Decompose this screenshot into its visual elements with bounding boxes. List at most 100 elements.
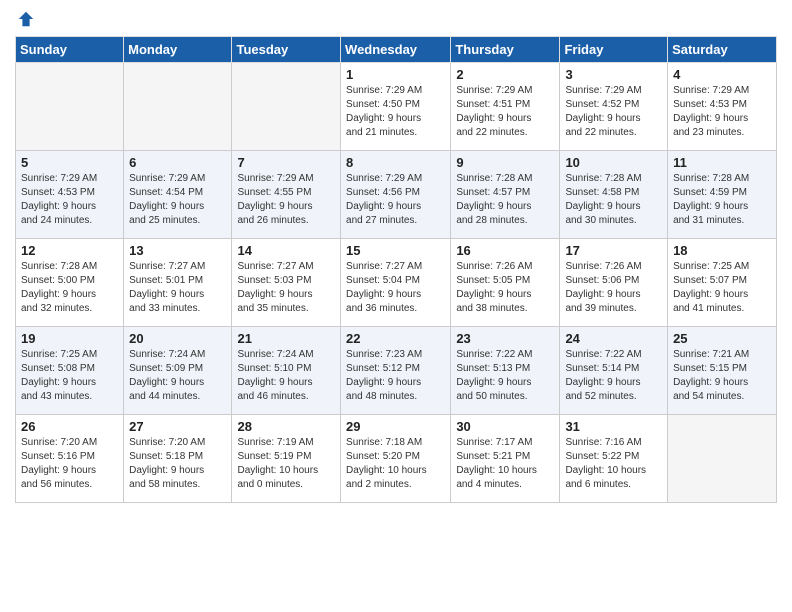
- calendar-cell: 16 Sunrise: 7:26 AM Sunset: 5:05 PM Dayli…: [451, 239, 560, 327]
- day-number: 3: [565, 67, 662, 82]
- day-number: 1: [346, 67, 445, 82]
- day-info: Sunrise: 7:25 AM Sunset: 5:08 PM Dayligh…: [21, 348, 118, 404]
- day-info: Sunrise: 7:28 AM Sunset: 5:00 PM Dayligh…: [21, 260, 118, 316]
- day-info: Sunrise: 7:27 AM Sunset: 5:01 PM Dayligh…: [129, 260, 226, 316]
- day-number: 16: [456, 243, 554, 258]
- calendar-cell: 8Sunrise: 7:29 AM Sunset: 4:56 PM Daylig…: [341, 151, 451, 239]
- column-header-wednesday: Wednesday: [341, 37, 451, 63]
- calendar-cell: 5 Sunrise: 7:29 AM Sunset: 4:53 PM Daylig…: [16, 151, 124, 239]
- calendar-cell: 6 Sunrise: 7:29 AM Sunset: 4:54 PM Daylig…: [124, 151, 232, 239]
- day-number: 13: [129, 243, 226, 258]
- day-number: 31: [565, 419, 662, 434]
- day-number: 15: [346, 243, 445, 258]
- day-number: 2: [456, 67, 554, 82]
- day-info: Sunrise: 7:29 AM Sunset: 4:56 PM Dayligh…: [346, 172, 445, 228]
- calendar-cell: 26Sunrise: 7:20 AM Sunset: 5:16 PM Dayli…: [16, 415, 124, 503]
- day-info: Sunrise: 7:29 AM Sunset: 4:53 PM Dayligh…: [673, 84, 771, 140]
- day-number: 6: [129, 155, 226, 170]
- day-info: Sunrise: 7:26 AM Sunset: 5:06 PM Dayligh…: [565, 260, 662, 316]
- day-info: Sunrise: 7:22 AM Sunset: 5:14 PM Dayligh…: [565, 348, 662, 404]
- calendar-cell: 28Sunrise: 7:19 AM Sunset: 5:19 PM Dayli…: [232, 415, 341, 503]
- calendar-week-row: 5 Sunrise: 7:29 AM Sunset: 4:53 PM Daylig…: [16, 151, 777, 239]
- calendar-cell: [124, 63, 232, 151]
- calendar-cell: 24 Sunrise: 7:22 AM Sunset: 5:14 PM Dayli…: [560, 327, 668, 415]
- day-info: Sunrise: 7:29 AM Sunset: 4:54 PM Dayligh…: [129, 172, 226, 228]
- logo: [15, 10, 35, 28]
- day-info: Sunrise: 7:18 AM Sunset: 5:20 PM Dayligh…: [346, 436, 445, 492]
- calendar-header-row: SundayMondayTuesdayWednesdayThursdayFrid…: [16, 37, 777, 63]
- day-info: Sunrise: 7:22 AM Sunset: 5:13 PM Dayligh…: [456, 348, 554, 404]
- column-header-sunday: Sunday: [16, 37, 124, 63]
- calendar-cell: 4 Sunrise: 7:29 AM Sunset: 4:53 PM Daylig…: [668, 63, 777, 151]
- calendar-cell: 22 Sunrise: 7:23 AM Sunset: 5:12 PM Dayli…: [341, 327, 451, 415]
- calendar-table: SundayMondayTuesdayWednesdayThursdayFrid…: [15, 36, 777, 503]
- day-info: Sunrise: 7:24 AM Sunset: 5:10 PM Dayligh…: [237, 348, 335, 404]
- day-number: 19: [21, 331, 118, 346]
- day-info: Sunrise: 7:29 AM Sunset: 4:51 PM Dayligh…: [456, 84, 554, 140]
- day-number: 20: [129, 331, 226, 346]
- day-info: Sunrise: 7:28 AM Sunset: 4:58 PM Dayligh…: [565, 172, 662, 228]
- day-number: 27: [129, 419, 226, 434]
- day-number: 7: [237, 155, 335, 170]
- day-number: 17: [565, 243, 662, 258]
- calendar-cell: 14Sunrise: 7:27 AM Sunset: 5:03 PM Dayli…: [232, 239, 341, 327]
- day-number: 24: [565, 331, 662, 346]
- calendar-cell: 29 Sunrise: 7:18 AM Sunset: 5:20 PM Dayli…: [341, 415, 451, 503]
- day-info: Sunrise: 7:16 AM Sunset: 5:22 PM Dayligh…: [565, 436, 662, 492]
- calendar-cell: 7 Sunrise: 7:29 AM Sunset: 4:55 PM Daylig…: [232, 151, 341, 239]
- day-info: Sunrise: 7:26 AM Sunset: 5:05 PM Dayligh…: [456, 260, 554, 316]
- calendar-cell: 19 Sunrise: 7:25 AM Sunset: 5:08 PM Dayli…: [16, 327, 124, 415]
- calendar-cell: 25 Sunrise: 7:21 AM Sunset: 5:15 PM Dayli…: [668, 327, 777, 415]
- column-header-thursday: Thursday: [451, 37, 560, 63]
- day-info: Sunrise: 7:21 AM Sunset: 5:15 PM Dayligh…: [673, 348, 771, 404]
- day-number: 18: [673, 243, 771, 258]
- calendar-cell: 12 Sunrise: 7:28 AM Sunset: 5:00 PM Dayli…: [16, 239, 124, 327]
- calendar-cell: 21 Sunrise: 7:24 AM Sunset: 5:10 PM Dayli…: [232, 327, 341, 415]
- day-info: Sunrise: 7:29 AM Sunset: 4:55 PM Dayligh…: [237, 172, 335, 228]
- day-info: Sunrise: 7:29 AM Sunset: 4:50 PM Dayligh…: [346, 84, 445, 140]
- calendar-cell: 13 Sunrise: 7:27 AM Sunset: 5:01 PM Dayli…: [124, 239, 232, 327]
- day-info: Sunrise: 7:28 AM Sunset: 4:59 PM Dayligh…: [673, 172, 771, 228]
- calendar-cell: [232, 63, 341, 151]
- day-number: 22: [346, 331, 445, 346]
- day-number: 12: [21, 243, 118, 258]
- day-number: 21: [237, 331, 335, 346]
- day-number: 10: [565, 155, 662, 170]
- day-info: Sunrise: 7:20 AM Sunset: 5:18 PM Dayligh…: [129, 436, 226, 492]
- day-info: Sunrise: 7:20 AM Sunset: 5:16 PM Dayligh…: [21, 436, 118, 492]
- calendar-cell: [16, 63, 124, 151]
- calendar-cell: 23 Sunrise: 7:22 AM Sunset: 5:13 PM Dayli…: [451, 327, 560, 415]
- calendar-cell: 11 Sunrise: 7:28 AM Sunset: 4:59 PM Dayli…: [668, 151, 777, 239]
- header: [15, 10, 777, 28]
- day-info: Sunrise: 7:28 AM Sunset: 4:57 PM Dayligh…: [456, 172, 554, 228]
- calendar-cell: 17 Sunrise: 7:26 AM Sunset: 5:06 PM Dayli…: [560, 239, 668, 327]
- calendar-cell: 30 Sunrise: 7:17 AM Sunset: 5:21 PM Dayli…: [451, 415, 560, 503]
- column-header-saturday: Saturday: [668, 37, 777, 63]
- calendar-cell: [668, 415, 777, 503]
- calendar-cell: 27 Sunrise: 7:20 AM Sunset: 5:18 PM Dayli…: [124, 415, 232, 503]
- day-number: 25: [673, 331, 771, 346]
- calendar-week-row: 26Sunrise: 7:20 AM Sunset: 5:16 PM Dayli…: [16, 415, 777, 503]
- day-info: Sunrise: 7:25 AM Sunset: 5:07 PM Dayligh…: [673, 260, 771, 316]
- column-header-monday: Monday: [124, 37, 232, 63]
- calendar-cell: 10 Sunrise: 7:28 AM Sunset: 4:58 PM Dayli…: [560, 151, 668, 239]
- day-info: Sunrise: 7:29 AM Sunset: 4:53 PM Dayligh…: [21, 172, 118, 228]
- day-number: 5: [21, 155, 118, 170]
- day-info: Sunrise: 7:23 AM Sunset: 5:12 PM Dayligh…: [346, 348, 445, 404]
- day-info: Sunrise: 7:27 AM Sunset: 5:04 PM Dayligh…: [346, 260, 445, 316]
- day-info: Sunrise: 7:17 AM Sunset: 5:21 PM Dayligh…: [456, 436, 554, 492]
- page-container: SundayMondayTuesdayWednesdayThursdayFrid…: [0, 0, 792, 513]
- calendar-cell: 20 Sunrise: 7:24 AM Sunset: 5:09 PM Dayli…: [124, 327, 232, 415]
- day-info: Sunrise: 7:29 AM Sunset: 4:52 PM Dayligh…: [565, 84, 662, 140]
- column-header-tuesday: Tuesday: [232, 37, 341, 63]
- calendar-cell: 3 Sunrise: 7:29 AM Sunset: 4:52 PM Daylig…: [560, 63, 668, 151]
- day-number: 11: [673, 155, 771, 170]
- day-number: 4: [673, 67, 771, 82]
- day-number: 23: [456, 331, 554, 346]
- day-number: 29: [346, 419, 445, 434]
- day-number: 28: [237, 419, 335, 434]
- calendar-cell: 9Sunrise: 7:28 AM Sunset: 4:57 PM Daylig…: [451, 151, 560, 239]
- day-number: 30: [456, 419, 554, 434]
- day-info: Sunrise: 7:24 AM Sunset: 5:09 PM Dayligh…: [129, 348, 226, 404]
- calendar-cell: 15 Sunrise: 7:27 AM Sunset: 5:04 PM Dayli…: [341, 239, 451, 327]
